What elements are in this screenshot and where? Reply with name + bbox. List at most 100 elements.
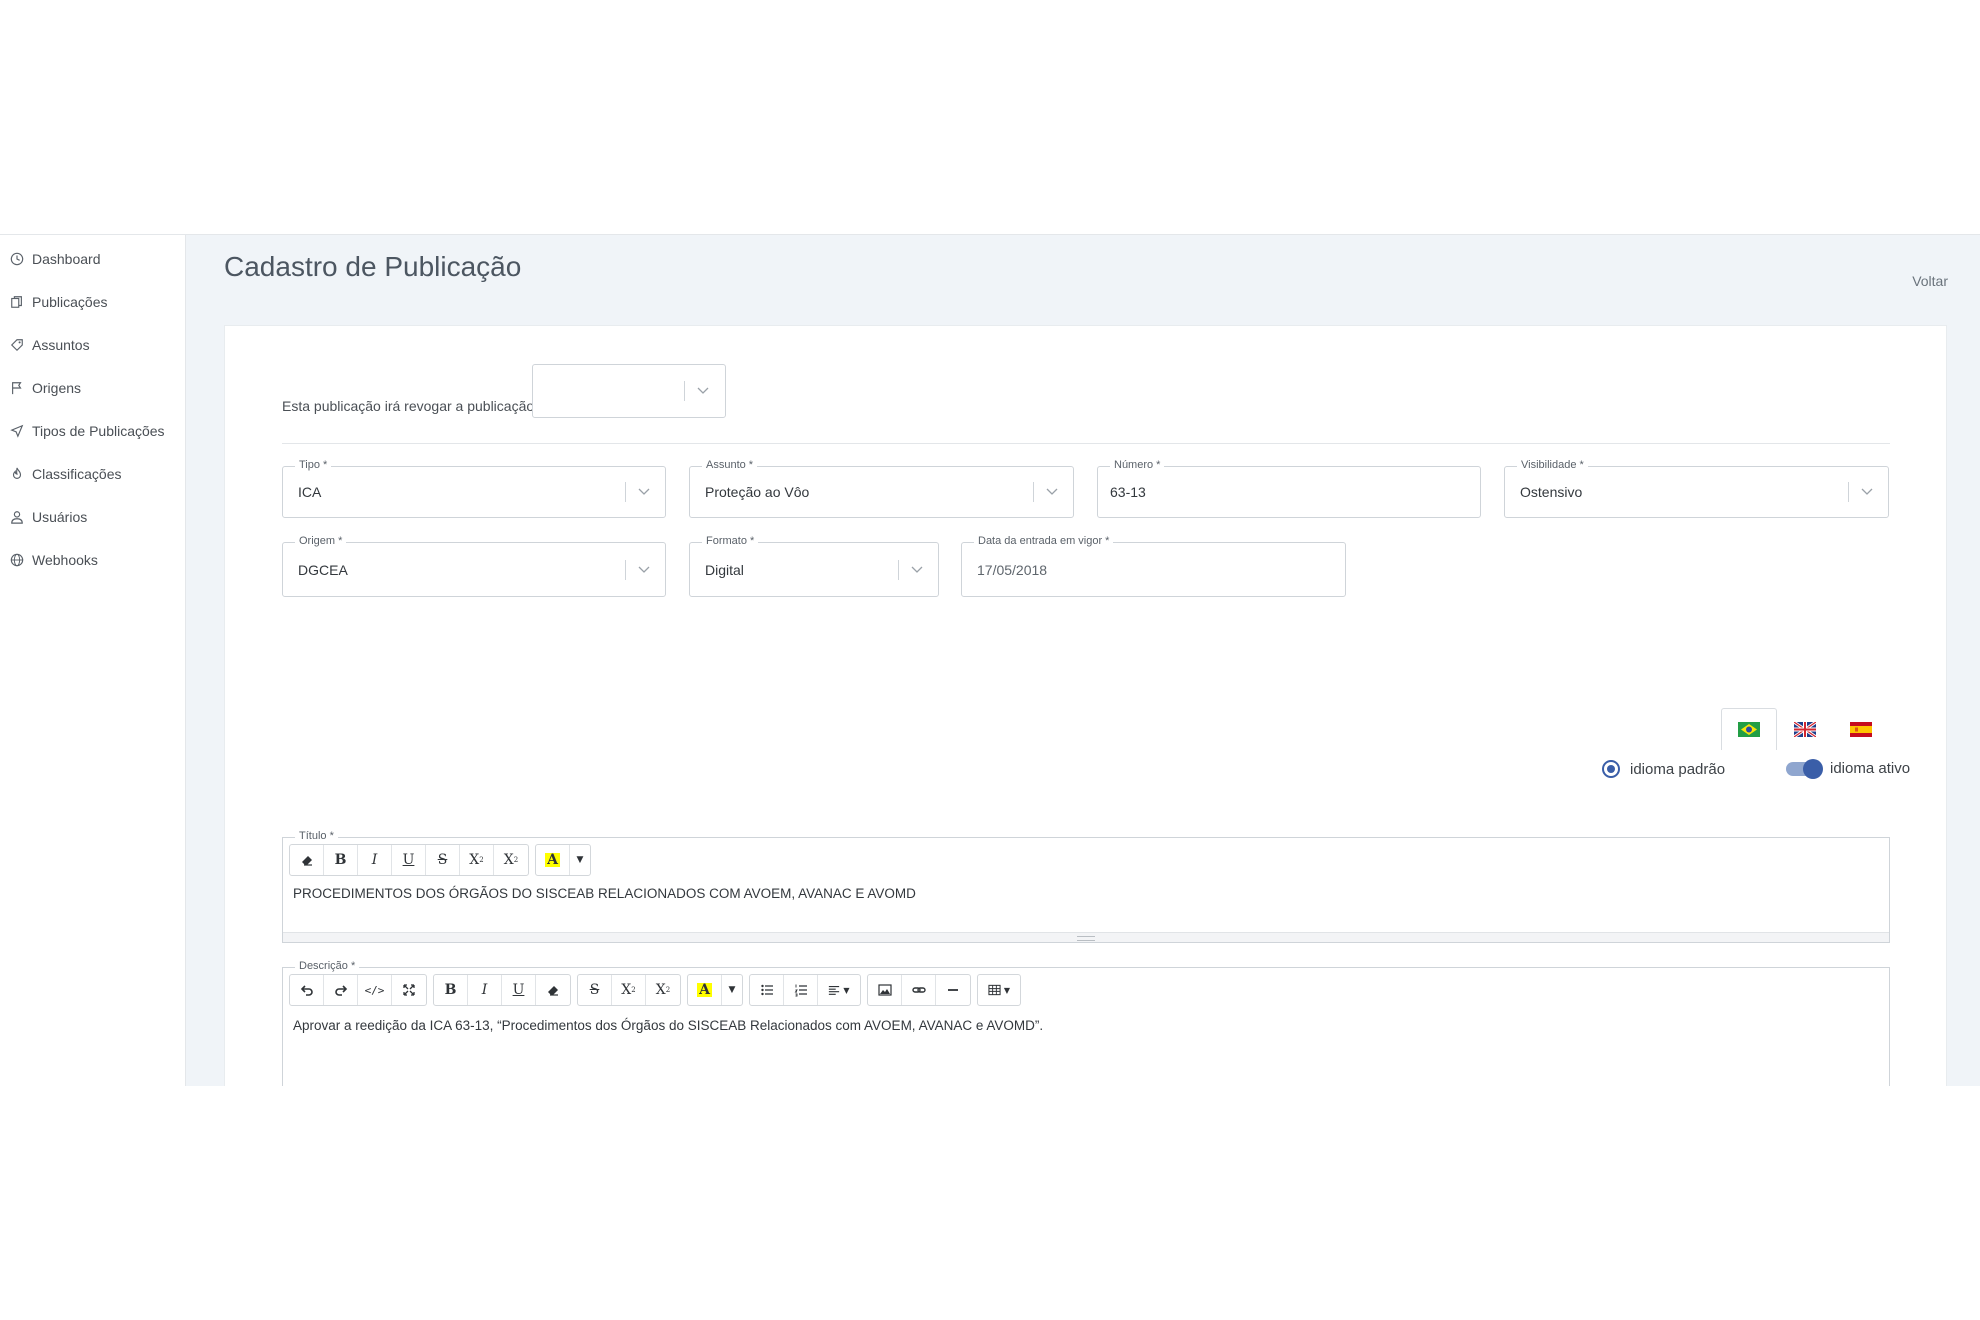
strikethrough-button[interactable]: S	[578, 975, 612, 1005]
toolbar-group-color: A ▼	[687, 974, 743, 1006]
caret-down-icon: ▼	[843, 985, 850, 995]
horizontal-rule-button[interactable]	[936, 975, 970, 1005]
toggle-switch[interactable]	[1786, 758, 1823, 779]
chevron-down-icon	[1861, 488, 1873, 495]
toolbar-group-color: A ▼	[535, 844, 591, 876]
bullet-list-icon	[760, 984, 773, 996]
link-icon	[911, 987, 926, 993]
highlight-color-button[interactable]: A	[536, 845, 570, 875]
numero-label: Número *	[1110, 459, 1165, 471]
toolbar-group-table: ▼	[977, 974, 1021, 1006]
globe-icon	[10, 553, 24, 567]
undo-button[interactable]	[290, 975, 324, 1005]
undo-icon	[300, 985, 313, 996]
bold-button[interactable]: B	[324, 845, 358, 875]
visibilidade-select[interactable]: Visibilidade * Ostensivo	[1504, 459, 1889, 518]
align-dropdown-button[interactable]: ▼	[818, 975, 860, 1005]
data-vigor-value: 17/05/2018	[977, 561, 1048, 578]
toolbar-group-history: </>	[289, 974, 427, 1006]
sidebar-item-dashboard[interactable]: Dashboard	[10, 245, 101, 273]
sidebar-item-tipos-de-publicacoes[interactable]: Tipos de Publicações	[10, 417, 165, 445]
italic-button[interactable]: I	[468, 975, 502, 1005]
titulo-content[interactable]: PROCEDIMENTOS DOS ÓRGÃOS DO SISCEAB RELA…	[293, 886, 916, 901]
descricao-content[interactable]: Aprovar a reedição da ICA 63-13, “Proced…	[293, 1018, 1043, 1033]
sidebar-item-origens[interactable]: Origens	[10, 374, 81, 402]
eraser-button[interactable]	[290, 845, 324, 875]
assunto-select[interactable]: Assunto * Proteção ao Vôo	[689, 459, 1074, 518]
sidebar-item-label: Assuntos	[32, 337, 90, 353]
color-dropdown-button[interactable]: ▼	[722, 975, 742, 1005]
unordered-list-button[interactable]	[750, 975, 784, 1005]
sidebar: Dashboard Publicações Assuntos Origens T…	[0, 234, 186, 1086]
clock-icon	[10, 252, 24, 266]
sidebar-item-label: Classificações	[32, 466, 122, 482]
sidebar-item-publicacoes[interactable]: Publicações	[10, 288, 108, 316]
titulo-label: Título *	[295, 830, 338, 842]
redo-button[interactable]	[324, 975, 358, 1005]
underline-button[interactable]: U	[392, 845, 426, 875]
tipo-select[interactable]: Tipo * ICA	[282, 459, 666, 518]
data-vigor-field[interactable]: Data da entrada em vigor * 17/05/2018	[961, 535, 1346, 597]
insert-link-button[interactable]	[902, 975, 936, 1005]
default-language-radio[interactable]: idioma padrão	[1602, 760, 1725, 778]
send-icon	[10, 424, 24, 438]
visibilidade-value: Ostensivo	[1520, 484, 1583, 500]
origem-select[interactable]: Origem * DGCEA	[282, 535, 666, 597]
underline-button[interactable]: U	[502, 975, 536, 1005]
bold-button[interactable]: B	[434, 975, 468, 1005]
subscript-button[interactable]: X2	[646, 975, 680, 1005]
tag-icon	[10, 339, 23, 352]
sidebar-item-usuarios[interactable]: Usuários	[10, 503, 87, 531]
toolbar-group-insert	[867, 974, 971, 1006]
toolbar-group-script: S X2 X2	[577, 974, 681, 1006]
eraser-button[interactable]	[536, 975, 570, 1005]
ordered-list-button[interactable]	[784, 975, 818, 1005]
documents-icon	[11, 296, 22, 308]
table-icon	[988, 984, 1001, 996]
numero-value: 63-13	[1110, 484, 1146, 500]
select-separator	[898, 559, 899, 580]
numbered-list-icon	[794, 984, 807, 997]
subscript-button[interactable]: X2	[494, 845, 528, 875]
titulo-toolbar: B I U S X2 X2 A ▼	[289, 844, 597, 876]
eraser-icon	[548, 986, 558, 996]
color-dropdown-button[interactable]: ▼	[570, 845, 590, 875]
origem-value: DGCEA	[298, 561, 348, 578]
sidebar-item-webhooks[interactable]: Webhooks	[10, 546, 98, 574]
toolbar-group-format: B I U	[433, 974, 571, 1006]
formato-select[interactable]: Formato * Digital	[689, 535, 939, 597]
back-link[interactable]: Voltar	[1912, 273, 1948, 289]
sidebar-item-assuntos[interactable]: Assuntos	[10, 331, 90, 359]
highlight-icon: A	[545, 852, 560, 868]
page-title: Cadastro de Publicação	[224, 251, 522, 282]
radio-button[interactable]	[1602, 760, 1620, 778]
sidebar-item-label: Tipos de Publicações	[32, 423, 165, 439]
chevron-down-icon	[911, 566, 923, 573]
revoke-select[interactable]	[532, 364, 726, 418]
active-language-toggle[interactable]: idioma ativo	[1786, 758, 1910, 779]
horizontal-rule-icon	[948, 989, 958, 991]
insert-table-button[interactable]: ▼	[978, 975, 1020, 1005]
select-separator	[1848, 482, 1849, 502]
chevron-down-icon	[638, 566, 650, 573]
fullscreen-button[interactable]	[392, 975, 426, 1005]
numero-field[interactable]: Número * 63-13	[1097, 459, 1481, 518]
italic-button[interactable]: I	[358, 845, 392, 875]
strikethrough-button[interactable]: S	[426, 845, 460, 875]
descricao-label: Descrição *	[295, 960, 360, 972]
superscript-button[interactable]: X2	[612, 975, 646, 1005]
highlight-color-button[interactable]: A	[688, 975, 722, 1005]
tab-lang-es[interactable]	[1833, 708, 1889, 750]
superscript-button[interactable]: X2	[460, 845, 494, 875]
chevron-down-icon	[697, 387, 709, 394]
tab-lang-en[interactable]	[1777, 708, 1833, 750]
descricao-editor: Descrição * </> B I U S X 2 X 2 A ▼ ▼ ▼ …	[282, 960, 1890, 1086]
code-view-button[interactable]: </>	[358, 975, 392, 1005]
sidebar-item-classificacoes[interactable]: Classificações	[10, 460, 121, 488]
tab-lang-pt-br[interactable]	[1721, 708, 1777, 750]
select-separator	[625, 482, 626, 502]
insert-image-button[interactable]	[868, 975, 902, 1005]
titulo-resize-handle[interactable]	[283, 932, 1889, 942]
origem-label: Origem *	[295, 535, 347, 547]
form-card: Esta publicação irá revogar a publicação…	[224, 325, 1947, 1086]
